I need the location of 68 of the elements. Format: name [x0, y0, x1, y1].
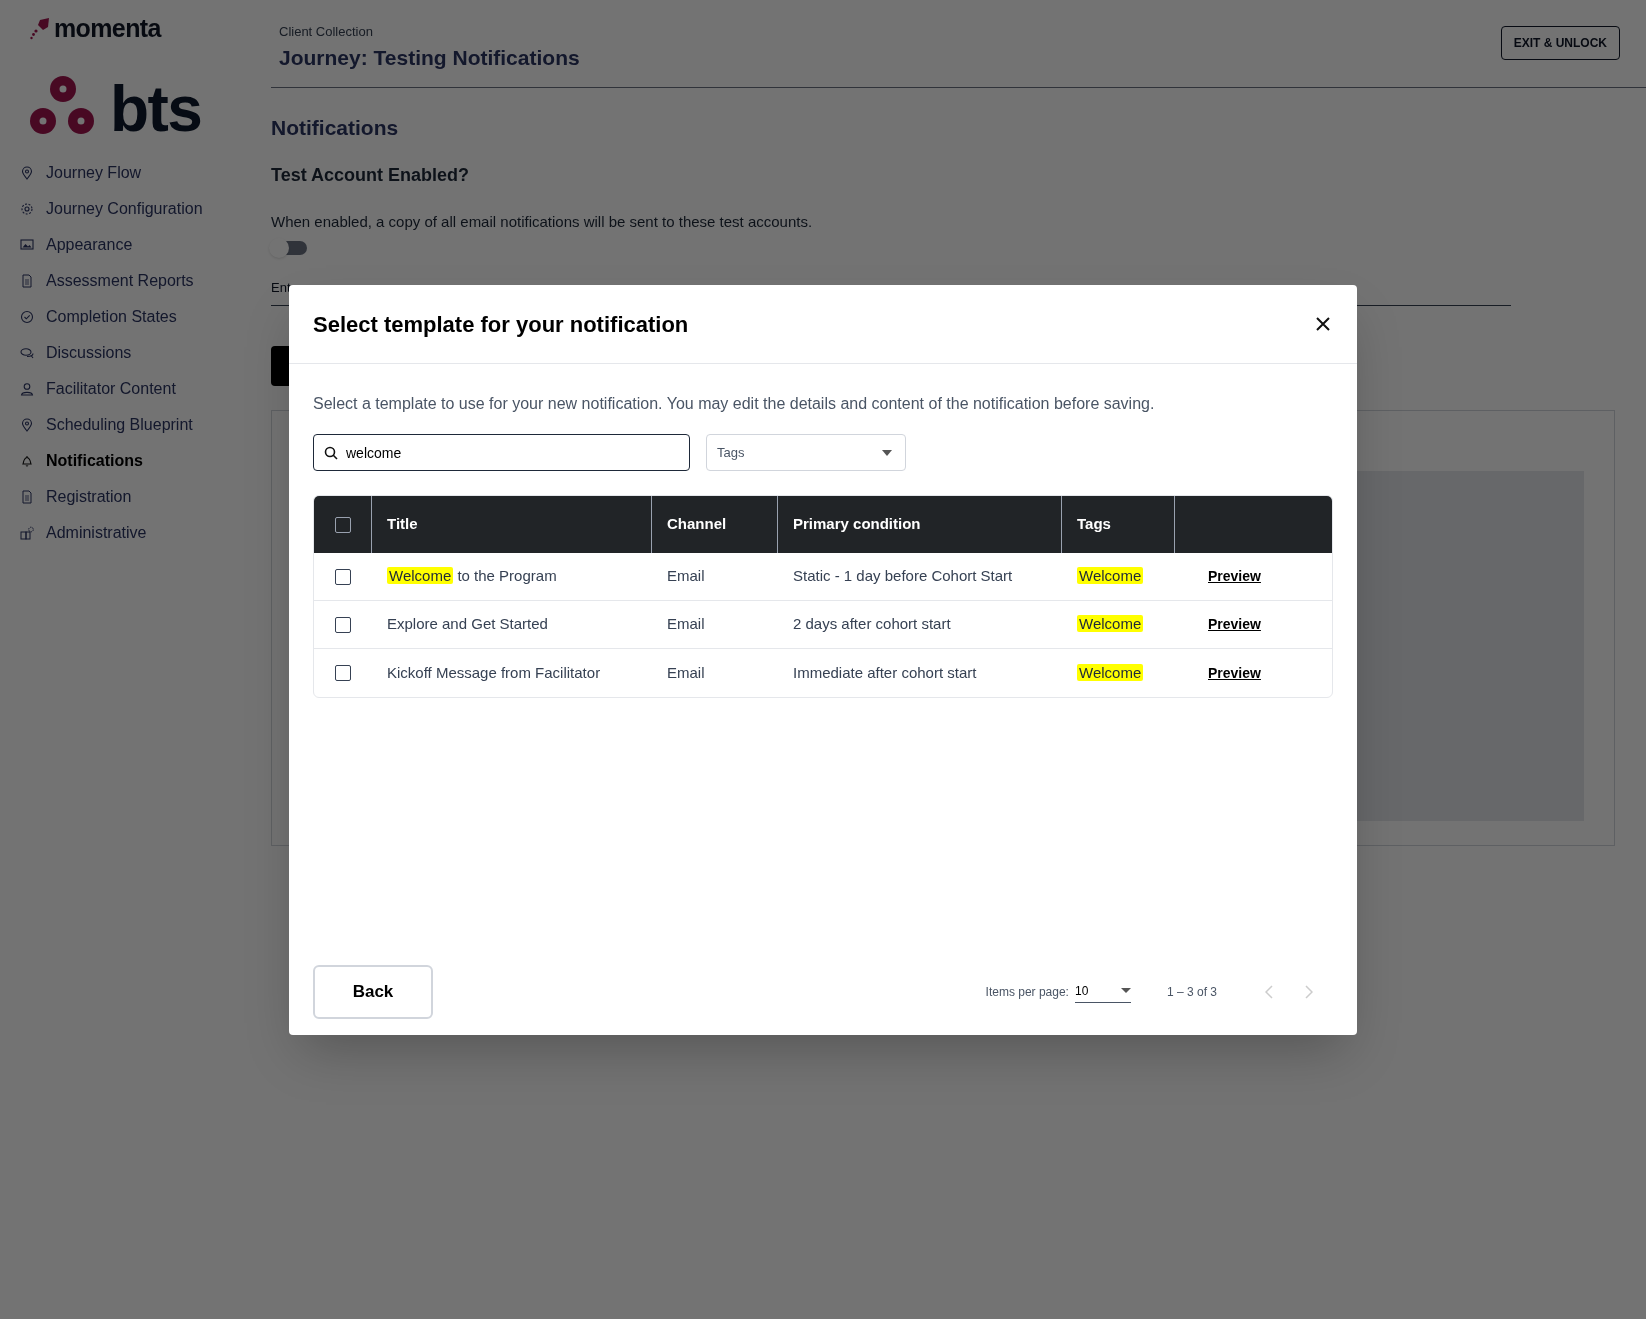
bts-logo: bts: [110, 83, 202, 135]
preview-link[interactable]: Preview: [1208, 664, 1261, 681]
table-cell: Static - 1 day before Cohort Start: [793, 567, 1013, 585]
sidebar-item[interactable]: Facilitator Content: [20, 371, 271, 407]
toggle-switch[interactable]: [271, 241, 307, 255]
tag: Welcome: [1077, 615, 1144, 633]
column-header: Tags: [1077, 514, 1111, 535]
journey-title: Journey: Testing Notifications: [279, 44, 580, 71]
breadcrumb[interactable]: Client Collection: [279, 22, 580, 42]
tag: Welcome: [1077, 663, 1144, 681]
exit-unlock-button[interactable]: EXIT & UNLOCK: [1500, 26, 1620, 60]
chat-bubbles-icon: [20, 346, 34, 360]
check-circle-icon: [20, 310, 34, 324]
search-icon: [324, 446, 338, 460]
document-icon: [20, 274, 34, 288]
table-cell: Explore and Get Started: [387, 615, 548, 633]
sidebar-item[interactable]: Assessment Reports: [20, 263, 271, 299]
column-header: Title: [387, 514, 418, 535]
table-cell: 2 days after cohort start: [793, 615, 951, 633]
column-header: Channel: [667, 514, 727, 535]
items-per-page-select[interactable]: 10: [1074, 981, 1131, 1003]
preview-link[interactable]: Preview: [1208, 568, 1261, 585]
email-field-label: Ent: [271, 280, 291, 295]
dialog-description: Select a template to use for your new notification. You may edit the details and content of the notification before saving.: [313, 394, 1156, 414]
map-pin-icon: [20, 418, 34, 432]
sidebar-item[interactable]: Appearance: [20, 227, 271, 263]
sidebar-item[interactable]: Journey Flow: [20, 155, 271, 191]
dropdown-caret-icon: [1120, 988, 1131, 993]
dialog-title: Select template for your notification: [313, 310, 689, 339]
tags-dropdown[interactable]: Tags: [706, 434, 906, 471]
row-checkbox[interactable]: [335, 665, 351, 681]
row-checkbox[interactable]: [335, 568, 351, 585]
preview-link[interactable]: Preview: [1208, 616, 1261, 633]
column-header: Primary condition: [793, 514, 921, 535]
momenta-logo-icon: [30, 17, 50, 40]
dropdown-caret-icon: [882, 450, 892, 456]
sidebar-item[interactable]: Registration: [20, 479, 271, 515]
person-icon: [20, 382, 34, 396]
sidebar-item[interactable]: Scheduling Blueprint: [20, 407, 271, 443]
sidebar-item[interactable]: Journey Configuration: [20, 191, 271, 227]
page-range: 1 – 3 of 3: [1166, 984, 1217, 1001]
image-icon: [20, 238, 34, 252]
gear-icon: [20, 202, 34, 216]
section-heading: Notifications: [271, 115, 400, 141]
select-all-checkbox[interactable]: [334, 516, 351, 533]
map-pin-icon: [20, 166, 34, 180]
table-cell: Welcome to the Program: [387, 567, 557, 585]
back-button[interactable]: Back: [313, 965, 433, 1019]
table-cell: Email: [667, 615, 705, 633]
items-per-page-label: Items per page:: [985, 984, 1069, 1001]
tag: Welcome: [1077, 567, 1144, 585]
bell-icon: [20, 454, 34, 468]
momenta-logo: momenta: [54, 16, 161, 41]
sidebar-item[interactable]: Notifications: [20, 443, 271, 479]
sidebar-item[interactable]: Administrative: [20, 515, 271, 551]
table-cell: Email: [667, 663, 705, 681]
subheading: Test Account Enabled?: [271, 163, 471, 187]
close-icon[interactable]: [1315, 316, 1331, 332]
table-cell: Kickoff Message from Facilitator: [387, 663, 601, 681]
row-checkbox[interactable]: [335, 616, 351, 633]
sidebar-item[interactable]: Discussions: [20, 335, 271, 371]
books-gear-icon: [20, 526, 34, 540]
description-text: When enabled, a copy of all email notifications will be sent to these test accounts.: [271, 211, 814, 232]
table-cell: Email: [667, 567, 705, 585]
search-field[interactable]: welcome: [313, 434, 690, 471]
table-cell: Immediate after cohort start: [793, 663, 977, 681]
sidebar-item[interactable]: Completion States: [20, 299, 271, 335]
document-icon: [20, 490, 34, 504]
